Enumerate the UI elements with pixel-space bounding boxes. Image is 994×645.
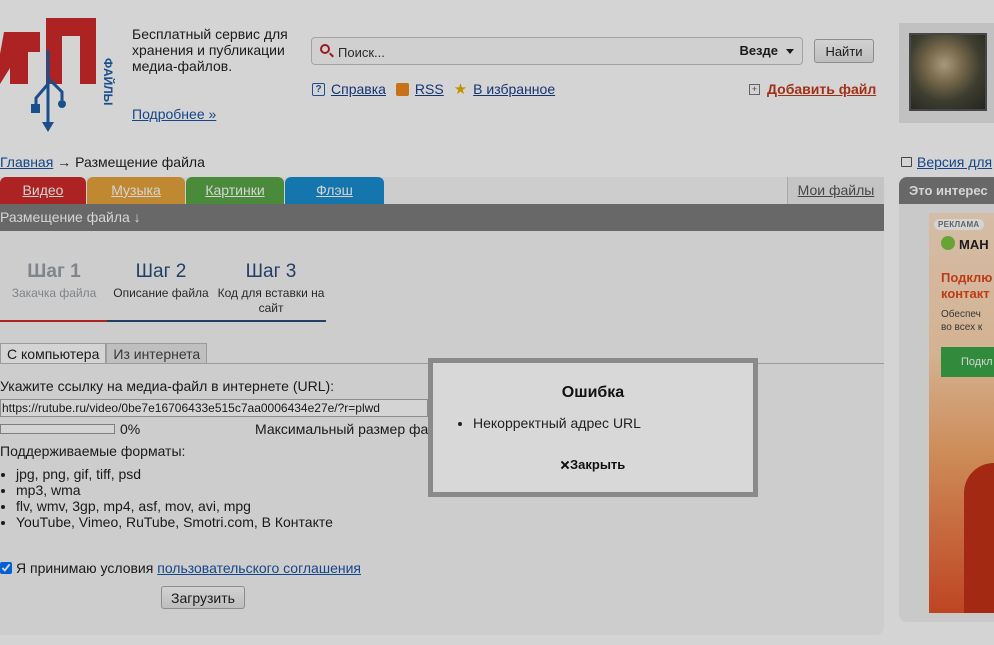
error-dialog: Ошибка Некорректный адрес URL Закрыть: [433, 363, 753, 492]
close-label: Закрыть: [570, 457, 626, 472]
list-item: Некорректный адрес URL: [473, 415, 641, 431]
modal-overlay[interactable]: [0, 0, 994, 645]
close-button[interactable]: Закрыть: [561, 457, 625, 472]
dialog-title: Ошибка: [561, 384, 625, 401]
error-list: Некорректный адрес URL: [455, 415, 641, 431]
close-icon: [561, 461, 569, 469]
